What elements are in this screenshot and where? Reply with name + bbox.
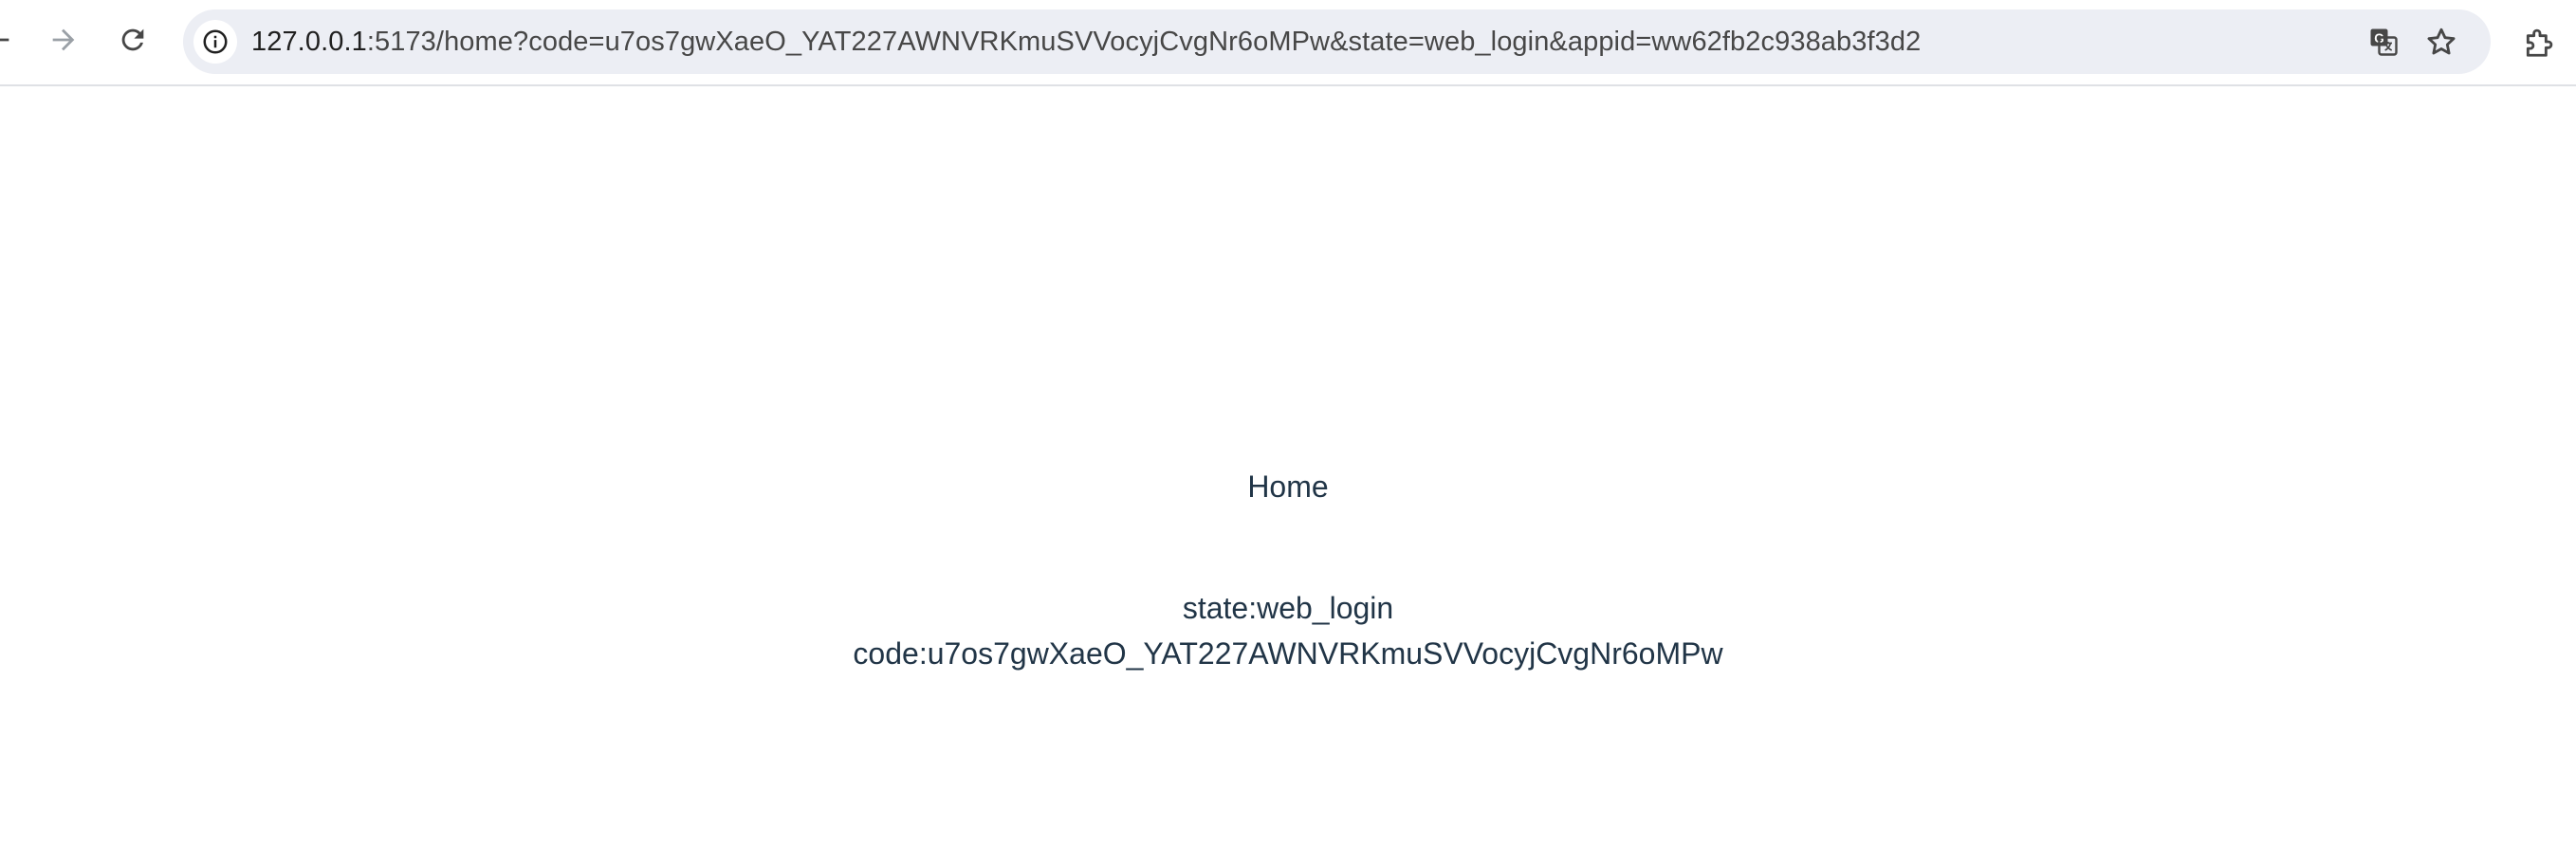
star-icon — [2427, 28, 2456, 55]
bookmark-button[interactable] — [2421, 22, 2461, 62]
state-text: state:web_login — [1182, 591, 1394, 625]
extensions-button[interactable] — [2517, 19, 2563, 64]
url-text[interactable]: 127.0.0.1:5173/home?code=u7os7gwXaeO_YAT… — [251, 9, 1921, 74]
translate-button[interactable]: G — [2364, 22, 2403, 62]
puzzle-icon — [2526, 28, 2553, 57]
url-host: 127.0.0.1 — [251, 27, 367, 57]
address-bar[interactable]: 127.0.0.1:5173/home?code=u7os7gwXaeO_YAT… — [183, 9, 2491, 74]
translate-icon: G — [2370, 28, 2398, 56]
code-text: code:u7os7gwXaeO_YAT227AWNVRKmuSVVocyjCv… — [853, 636, 1723, 671]
reload-button[interactable] — [106, 13, 159, 66]
page-content: Home state:web_login code:u7os7gwXaeO_YA… — [0, 88, 2576, 865]
forward-button[interactable] — [37, 13, 90, 66]
page-title: Home — [1247, 469, 1329, 504]
info-icon — [203, 29, 228, 54]
url-path: :5173/home?code=u7os7gwXaeO_YAT227AWNVRK… — [366, 27, 1922, 57]
site-info-button[interactable] — [193, 20, 237, 64]
arrow-right-icon — [52, 28, 75, 51]
arrow-left-icon — [0, 38, 9, 42]
reload-icon — [121, 28, 144, 51]
browser-toolbar: 127.0.0.1:5173/home?code=u7os7gwXaeO_YAT… — [0, 0, 2576, 86]
back-button[interactable] — [0, 13, 25, 66]
